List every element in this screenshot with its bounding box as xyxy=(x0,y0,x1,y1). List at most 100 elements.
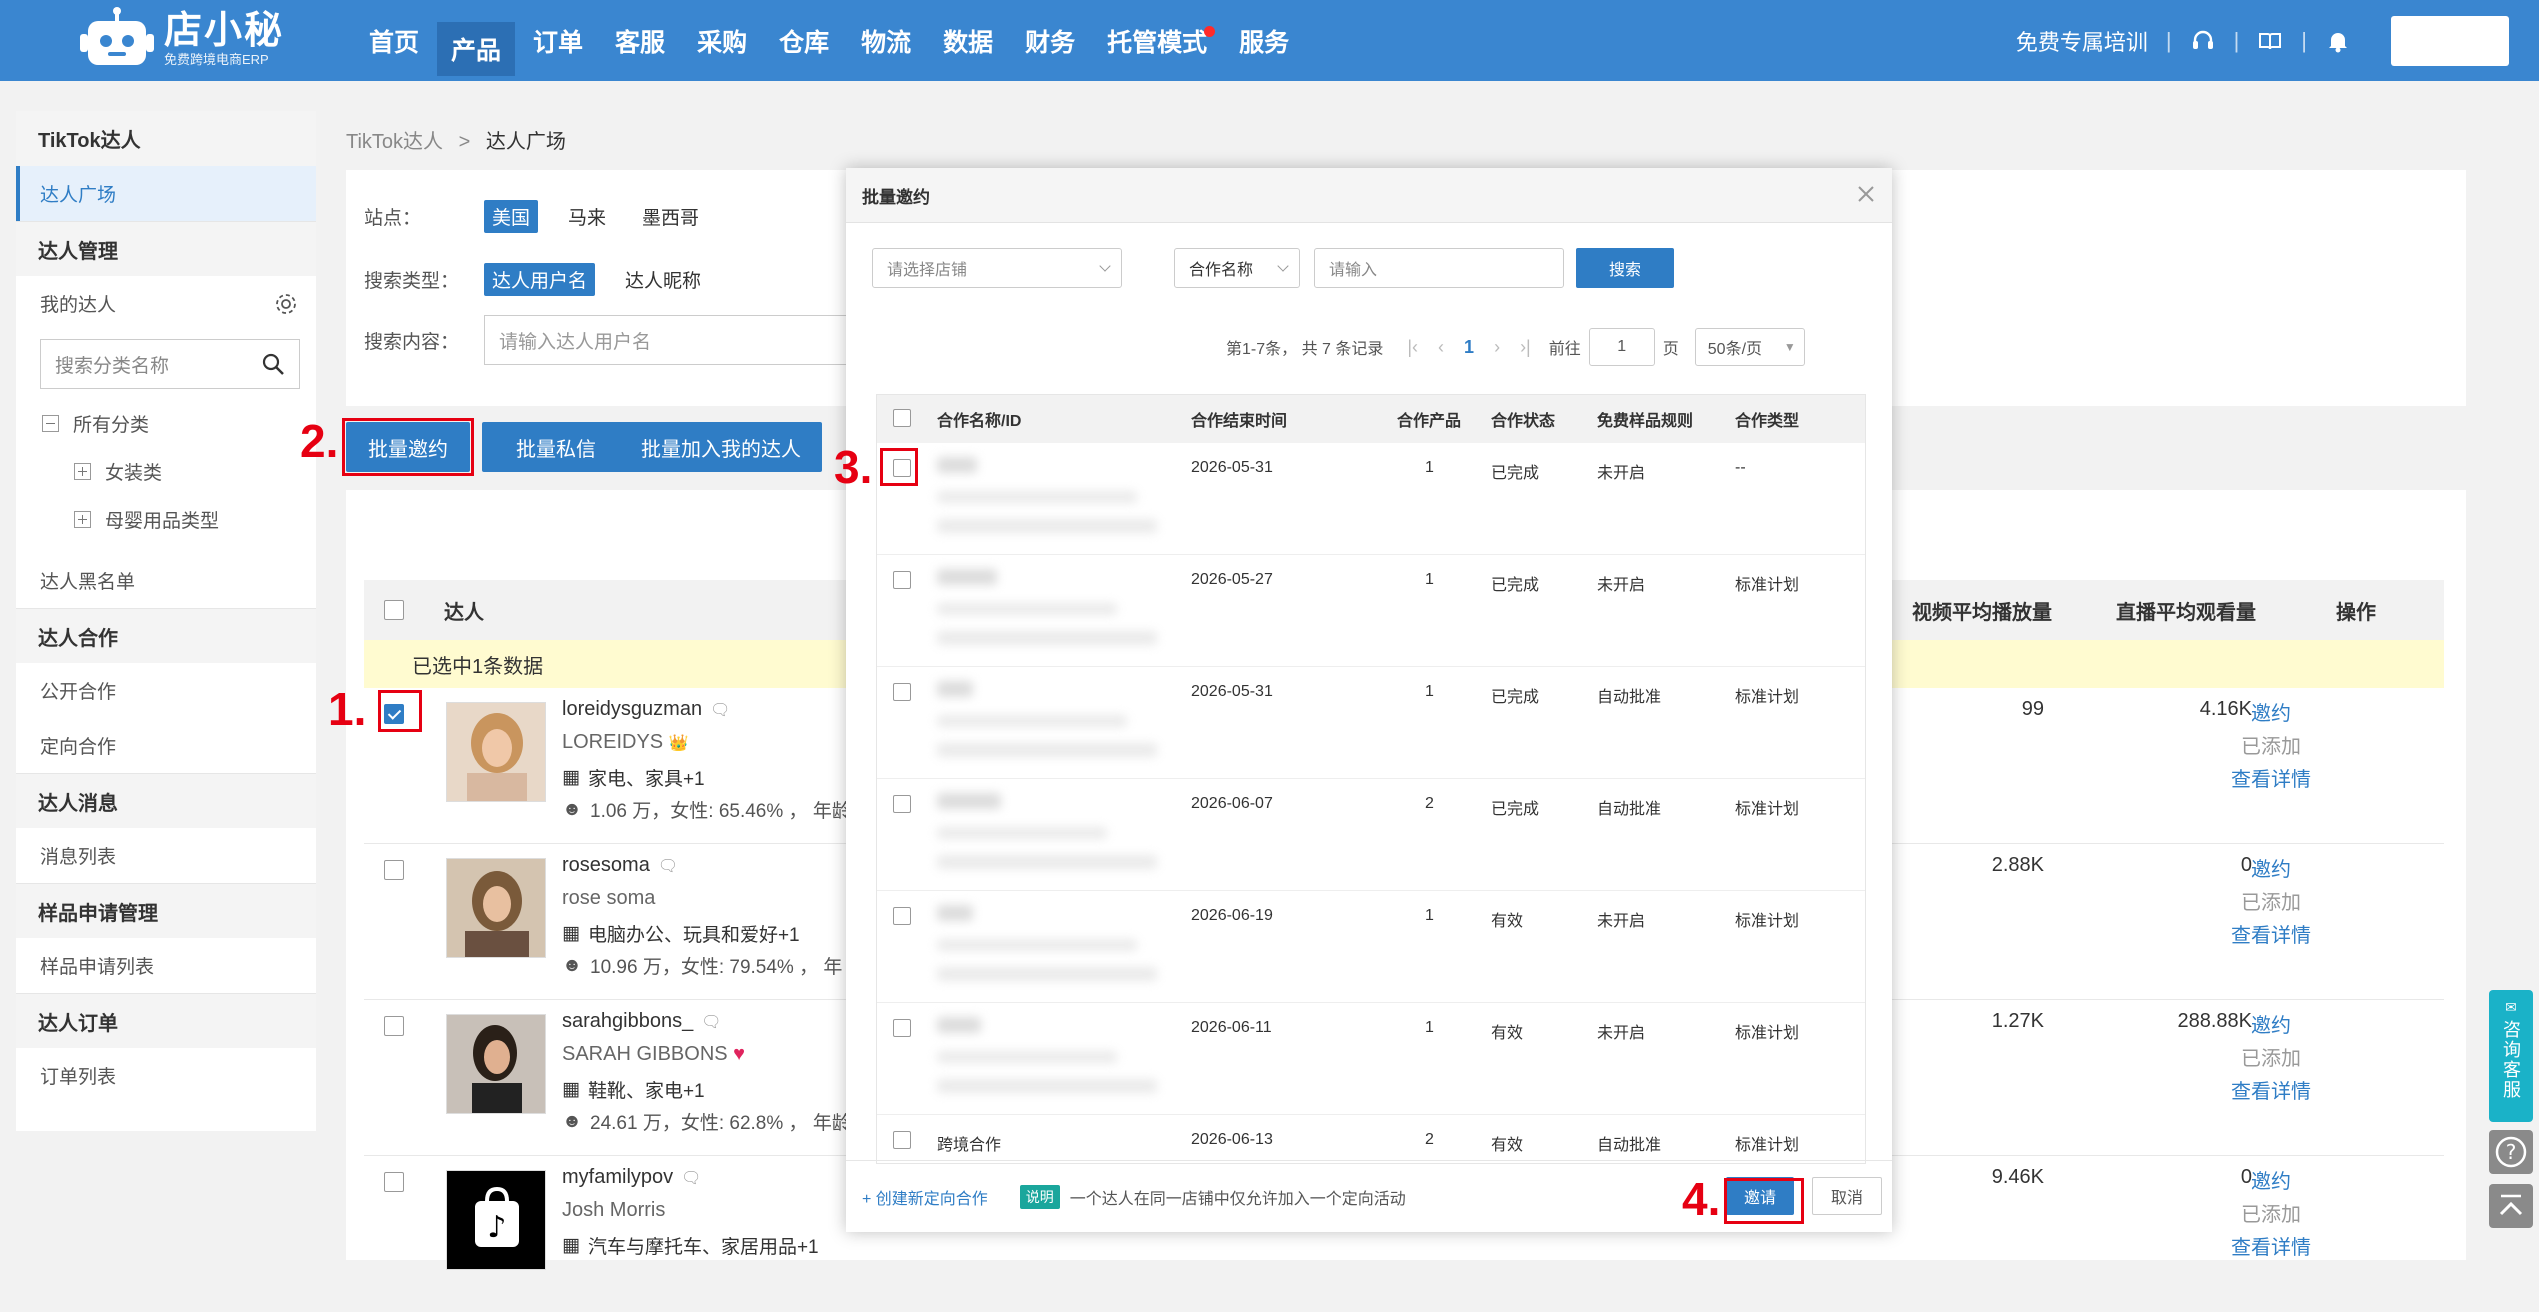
added-status: 已添加 xyxy=(2241,892,2301,914)
store-select[interactable]: 请选择店铺 xyxy=(872,248,1122,288)
caret-down-icon: ▼ xyxy=(1783,340,1796,354)
site-option-my[interactable]: 马来 xyxy=(568,203,606,230)
tree-maternity[interactable]: 母婴用品类型 xyxy=(16,495,316,543)
tree-cat2-label: 母婴用品类型 xyxy=(105,510,220,532)
chat-bubble-icon[interactable]: 🗨 xyxy=(658,856,678,876)
creator-username[interactable]: myfamilypov 🗨 xyxy=(562,1166,701,1189)
nav-products[interactable]: 产品 xyxy=(437,22,516,76)
nav-services[interactable]: 服务 xyxy=(1225,0,1303,81)
tree-all-categories[interactable]: 所有分类 xyxy=(16,399,316,447)
bell-icon[interactable] xyxy=(2325,28,2351,54)
view-detail-link[interactable]: 查看详情 xyxy=(2216,764,2326,797)
row-checkbox[interactable] xyxy=(384,860,404,880)
row-checkbox[interactable] xyxy=(893,907,911,925)
customer-service-widget[interactable]: ✉ 咨询客服 xyxy=(2489,990,2533,1122)
back-to-top-button[interactable] xyxy=(2489,1184,2533,1228)
chat-bubble-icon[interactable]: 🗨 xyxy=(681,1168,701,1188)
store-icon: ▦ xyxy=(562,1079,580,1100)
chat-bubble-icon[interactable]: 🗨 xyxy=(701,1012,721,1032)
avatar[interactable] xyxy=(446,858,546,958)
sidebar-item-message-list[interactable]: 消息列表 xyxy=(16,828,316,883)
nav-data[interactable]: 数据 xyxy=(929,0,1007,81)
chat-bubble-icon[interactable]: 🗨 xyxy=(710,700,730,720)
blurred-id xyxy=(937,715,1127,727)
page-size-select[interactable]: 50条/页 ▼ xyxy=(1694,328,1805,366)
expand-icon[interactable] xyxy=(74,510,91,528)
view-detail-link[interactable]: 查看详情 xyxy=(2216,1076,2326,1109)
nav-finance[interactable]: 财务 xyxy=(1011,0,1089,81)
nav-service[interactable]: 客服 xyxy=(601,0,679,81)
nav-warehouse[interactable]: 仓库 xyxy=(765,0,843,81)
creator-username[interactable]: rosesoma 🗨 xyxy=(562,854,678,877)
nav-hosted-mode[interactable]: 托管模式 xyxy=(1093,0,1221,81)
free-training-link[interactable]: 免费专属培训 xyxy=(2016,25,2148,57)
search-icon[interactable] xyxy=(261,352,285,376)
avatar[interactable]: ♪ xyxy=(446,1170,546,1270)
sidebar-item-blacklist[interactable]: 达人黑名单 xyxy=(16,553,316,608)
select-all-checkbox[interactable] xyxy=(893,409,911,427)
help-button[interactable]: ? xyxy=(2489,1130,2533,1174)
expand-icon[interactable] xyxy=(74,462,91,480)
logo[interactable]: 店小秘 免费跨境电商ERP xyxy=(78,4,284,74)
sidebar-item-order-list[interactable]: 订单列表 xyxy=(16,1048,316,1103)
end-date: 2026-06-11 xyxy=(1191,1019,1272,1036)
cancel-button[interactable]: 取消 xyxy=(1812,1177,1882,1215)
first-page-icon[interactable]: |‹ xyxy=(1407,337,1418,358)
search-type-username[interactable]: 达人用户名 xyxy=(484,263,596,296)
nav-home[interactable]: 首页 xyxy=(355,0,433,81)
invite-link[interactable]: 邀约 xyxy=(2216,698,2326,731)
gear-icon[interactable] xyxy=(274,292,298,316)
site-option-mx[interactable]: 墨西哥 xyxy=(642,203,699,230)
book-icon[interactable] xyxy=(2257,28,2283,54)
row-checkbox[interactable] xyxy=(893,795,911,813)
goto-page-input[interactable]: 1 xyxy=(1588,328,1655,366)
invite-link[interactable]: 邀约 xyxy=(2216,854,2326,887)
coop-name-input[interactable]: 请输入 xyxy=(1314,248,1564,288)
field-select[interactable]: 合作名称 xyxy=(1174,248,1300,288)
view-detail-link[interactable]: 查看详情 xyxy=(2216,1232,2326,1265)
row-checkbox[interactable] xyxy=(893,683,911,701)
avatar[interactable] xyxy=(446,1014,546,1114)
nav-purchase[interactable]: 采购 xyxy=(683,0,761,81)
sidebar-item-sample-list[interactable]: 样品申请列表 xyxy=(16,938,316,993)
creator-username[interactable]: loreidysguzman 🗨 xyxy=(562,698,730,721)
collapse-icon[interactable] xyxy=(42,414,59,432)
category-search-input[interactable]: 搜索分类名称 xyxy=(40,339,300,389)
search-button[interactable]: 搜索 xyxy=(1576,248,1674,288)
sidebar-item-my-creators[interactable]: 我的达人 xyxy=(16,276,316,331)
sidebar-item-creator-square[interactable]: 达人广场 xyxy=(16,166,316,221)
create-coop-link[interactable]: + 创建新定向合作 xyxy=(862,1185,988,1209)
creator-username-input[interactable]: 请输入达人用户名 xyxy=(484,315,864,365)
user-account-box[interactable] xyxy=(2391,15,2509,66)
view-detail-link[interactable]: 查看详情 xyxy=(2216,920,2326,953)
nav-logistics[interactable]: 物流 xyxy=(847,0,925,81)
top-navbar: 店小秘 免费跨境电商ERP 首页 产品 订单 客服 采购 仓库 物流 数据 财务… xyxy=(0,0,2539,81)
prev-page-icon[interactable]: ‹ xyxy=(1438,337,1444,358)
invite-link[interactable]: 邀约 xyxy=(2216,1166,2326,1199)
invite-link[interactable]: 邀约 xyxy=(2216,1010,2326,1043)
creator-username[interactable]: sarahgibbons_ 🗨 xyxy=(562,1010,722,1033)
row-checkbox[interactable] xyxy=(893,1131,911,1149)
row-checkbox[interactable] xyxy=(384,1172,404,1192)
highlight-frame-2 xyxy=(342,418,474,476)
row-checkbox[interactable] xyxy=(384,1016,404,1036)
current-page[interactable]: 1 xyxy=(1464,337,1474,358)
row-checkbox[interactable] xyxy=(893,1019,911,1037)
last-page-icon[interactable]: ›| xyxy=(1520,337,1531,358)
batch-add-button[interactable]: 批量加入我的达人 xyxy=(620,422,822,472)
row-checkbox[interactable] xyxy=(893,571,911,589)
headset-icon[interactable] xyxy=(2190,28,2216,54)
nav-orders[interactable]: 订单 xyxy=(519,0,597,81)
close-icon[interactable] xyxy=(1854,182,1878,206)
avatar[interactable] xyxy=(446,702,546,802)
sidebar-item-directed-coop[interactable]: 定向合作 xyxy=(16,718,316,773)
sidebar-item-public-coop[interactable]: 公开合作 xyxy=(16,663,316,718)
search-type-nickname[interactable]: 达人昵称 xyxy=(625,266,701,293)
end-date: 2026-05-31 xyxy=(1191,683,1273,700)
select-all-checkbox[interactable] xyxy=(384,600,404,620)
tree-womens-wear[interactable]: 女装类 xyxy=(16,447,316,495)
batch-message-button[interactable]: 批量私信 xyxy=(482,422,630,472)
site-option-us[interactable]: 美国 xyxy=(484,200,539,233)
next-page-icon[interactable]: › xyxy=(1494,337,1500,358)
breadcrumb-parent[interactable]: TikTok达人 xyxy=(346,131,443,153)
